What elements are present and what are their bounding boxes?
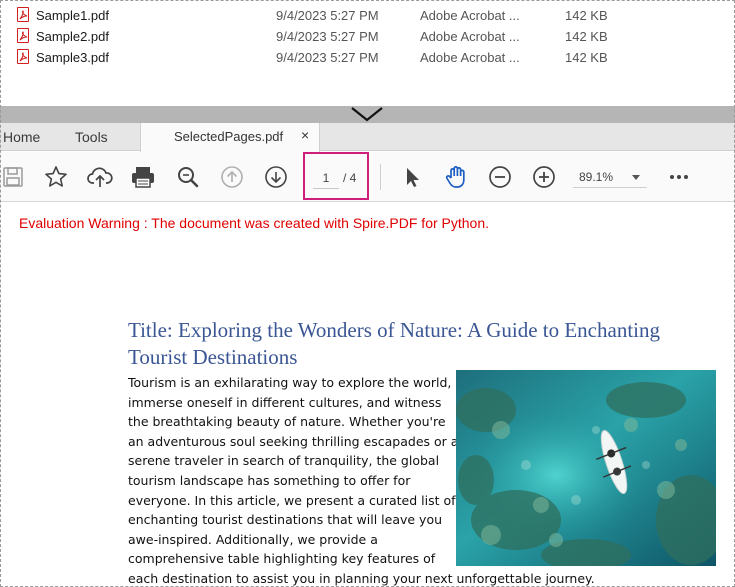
zoom-value: 89.1% <box>579 170 614 184</box>
select-cursor-icon[interactable] <box>399 164 425 190</box>
tab-bar: Home Tools SelectedPages.pdf × <box>0 123 735 152</box>
zoom-out-icon[interactable] <box>487 164 513 190</box>
file-type: Adobe Acrobat ... <box>420 50 520 65</box>
tab-tools[interactable]: Tools <box>75 129 108 145</box>
body-line: tourism landscape has something to offer… <box>128 472 411 488</box>
tab-document-label: SelectedPages.pdf <box>174 129 284 144</box>
file-name: Sample2.pdf <box>36 29 109 44</box>
page-down-icon[interactable] <box>263 164 289 190</box>
page-number-input[interactable]: 1 <box>313 167 339 189</box>
toolbar: 1 / 4 89.1% <box>0 152 735 202</box>
zoom-dropdown[interactable]: 89.1% <box>573 166 647 188</box>
file-row[interactable]: Sample1.pdf 9/4/2023 5:27 PM Adobe Acrob… <box>0 5 735 26</box>
body-line: each destination to assist you in planni… <box>128 570 595 586</box>
cloud-upload-icon[interactable] <box>87 164 113 190</box>
body-line: awe-inspired. Additionally, we provide a <box>128 531 378 547</box>
pdf-file-icon <box>17 49 29 64</box>
file-list: Sample1.pdf 9/4/2023 5:27 PM Adobe Acrob… <box>0 0 735 106</box>
dropdown-arrow-icon <box>632 175 640 180</box>
page-navigation: 1 / 4 <box>303 152 369 200</box>
file-size: 142 KB <box>565 8 608 23</box>
file-name: Sample3.pdf <box>36 50 109 65</box>
zoom-search-icon[interactable] <box>175 164 201 190</box>
file-date: 9/4/2023 5:27 PM <box>276 8 379 23</box>
file-name: Sample1.pdf <box>36 8 109 23</box>
print-icon[interactable] <box>130 164 156 190</box>
save-icon[interactable] <box>0 164 26 190</box>
body-line: the breathtaking beauty of nature. Wheth… <box>128 414 446 430</box>
body-line: serene traveler in search of tranquility… <box>128 453 440 469</box>
file-date: 9/4/2023 5:27 PM <box>276 50 379 65</box>
body-line: everyone. In this article, we present a … <box>128 492 456 508</box>
file-size: 142 KB <box>565 29 608 44</box>
pdf-file-icon <box>17 28 29 43</box>
tab-document[interactable]: SelectedPages.pdf × <box>140 123 320 152</box>
file-row[interactable]: Sample2.pdf 9/4/2023 5:27 PM Adobe Acrob… <box>0 26 735 47</box>
page-total: / 4 <box>343 171 357 185</box>
more-icon[interactable] <box>666 164 692 190</box>
document-body: Tourism is an exhilarating way to explor… <box>128 373 595 587</box>
pdf-file-icon <box>17 7 29 22</box>
page-up-icon[interactable] <box>219 164 245 190</box>
star-icon[interactable] <box>43 164 69 190</box>
hand-tool-icon[interactable] <box>443 164 469 190</box>
body-line: an adventurous soul seeking thrilling es… <box>128 433 459 449</box>
zoom-in-icon[interactable] <box>531 164 557 190</box>
document-title: Title: Exploring the Wonders of Nature: … <box>128 318 660 369</box>
body-line: comprehensive table highlighting key fea… <box>128 551 436 567</box>
file-date: 9/4/2023 5:27 PM <box>276 29 379 44</box>
tab-home[interactable]: Home <box>3 129 40 145</box>
toolbar-separator <box>380 164 381 190</box>
file-type: Adobe Acrobat ... <box>420 8 520 23</box>
body-line: enchanting tourist destinations that wil… <box>128 512 443 528</box>
section-divider <box>0 106 735 123</box>
body-line: immerse oneself in different cultures, a… <box>128 394 442 410</box>
file-size: 142 KB <box>565 50 608 65</box>
kayak-ocean-photo <box>456 370 716 566</box>
body-line: Tourism is an exhilarating way to explor… <box>128 375 452 390</box>
file-type: Adobe Acrobat ... <box>420 29 520 44</box>
chevron-down-icon <box>351 107 383 122</box>
evaluation-warning: Evaluation Warning : The document was cr… <box>19 215 490 231</box>
file-row[interactable]: Sample3.pdf 9/4/2023 5:27 PM Adobe Acrob… <box>0 47 735 68</box>
close-tab-icon[interactable]: × <box>301 127 309 143</box>
document-viewport[interactable]: Evaluation Warning : The document was cr… <box>0 203 735 587</box>
